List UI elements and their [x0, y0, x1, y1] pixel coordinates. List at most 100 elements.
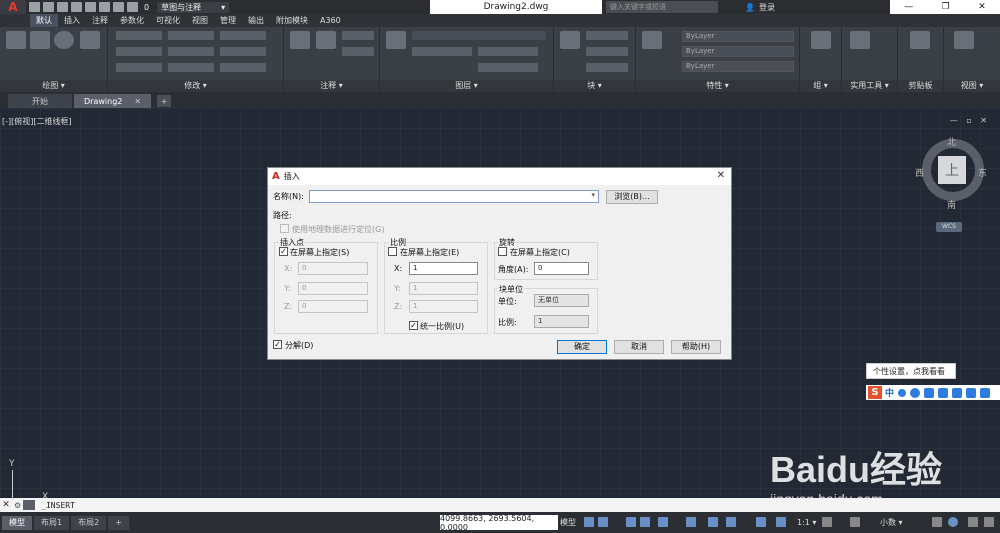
insert-x-input[interactable]: 0	[298, 262, 368, 275]
skin-icon[interactable]	[966, 387, 977, 398]
viewport-controls[interactable]: — ▫ ✕	[950, 116, 990, 125]
rotate-tool[interactable]	[168, 31, 214, 40]
group-icon[interactable]	[811, 31, 831, 49]
tab-model[interactable]: 模型	[2, 515, 32, 530]
compass-west[interactable]: 西	[915, 166, 924, 179]
snap-icon[interactable]	[598, 517, 608, 527]
scale-y-input[interactable]: 1	[409, 282, 478, 295]
dimension-icon[interactable]	[316, 31, 336, 49]
plus-icon[interactable]	[850, 517, 860, 527]
panel-label-groups[interactable]: 组 ▾	[800, 80, 841, 92]
color-select[interactable]: ByLayer	[682, 31, 794, 42]
trim-tool[interactable]	[220, 31, 266, 40]
microphone-icon[interactable]	[924, 387, 935, 398]
edit-block-tool[interactable]	[586, 47, 628, 56]
help-button[interactable]: 帮助(H)	[671, 340, 721, 354]
compass-south[interactable]: 南	[947, 198, 956, 211]
leader-tool[interactable]	[342, 31, 374, 40]
tab-default[interactable]: 默认	[30, 14, 58, 27]
keyboard-icon[interactable]	[938, 387, 949, 398]
panel-label-block[interactable]: 块 ▾	[554, 80, 635, 92]
minimize-icon[interactable]: —	[904, 2, 913, 12]
scale-select[interactable]: 1:1 ▾	[797, 515, 816, 530]
explode-checkbox[interactable]: ✓	[273, 340, 282, 349]
isodraft-icon[interactable]	[686, 517, 696, 527]
paste-icon[interactable]	[910, 31, 930, 49]
ime-tooltip[interactable]: 个性设置，点我看看	[866, 363, 956, 379]
scale-tool[interactable]	[168, 63, 214, 72]
redo-icon[interactable]	[113, 2, 124, 12]
table-tool[interactable]	[342, 47, 374, 56]
lineweight-icon[interactable]	[726, 517, 736, 527]
layer-tools[interactable]	[412, 47, 472, 56]
viewcube[interactable]: 上 北 南 东 西 WCS	[914, 134, 990, 234]
insert-y-input[interactable]: 0	[298, 282, 368, 295]
annotation-visibility-icon[interactable]	[776, 517, 786, 527]
panel-label-modify[interactable]: 修改 ▾	[108, 80, 283, 92]
login-button[interactable]: 👤 登录	[745, 0, 775, 14]
tab-view[interactable]: 视图	[186, 14, 214, 27]
name-select[interactable]: ▾	[309, 190, 599, 203]
command-prompt-icon[interactable]	[23, 500, 36, 510]
hardware-acceleration-icon[interactable]	[948, 517, 958, 527]
compass-east[interactable]: 东	[978, 166, 987, 179]
match-properties-icon[interactable]	[642, 31, 662, 49]
units-select[interactable]: 小数 ▾	[880, 515, 903, 530]
circle-icon[interactable]	[54, 31, 74, 49]
line-icon[interactable]	[6, 31, 26, 49]
tab-layout2[interactable]: 布局2	[71, 515, 107, 530]
wcs-menu[interactable]: WCS	[936, 222, 962, 232]
viewcube-top-face[interactable]: 上	[938, 156, 966, 184]
panel-label-draw[interactable]: 绘图 ▾	[0, 80, 107, 92]
new-tab-button[interactable]: +	[157, 95, 172, 107]
punctuation-icon[interactable]	[898, 388, 907, 397]
arc-icon[interactable]	[80, 31, 100, 49]
object-snap-icon[interactable]	[708, 517, 718, 527]
model-space-button[interactable]: 模型	[560, 515, 576, 530]
panel-label-annotation[interactable]: 注释 ▾	[284, 80, 379, 92]
panel-label-view[interactable]: 视图 ▾	[944, 80, 1000, 92]
save-icon[interactable]	[57, 2, 68, 12]
copy-tool[interactable]	[116, 47, 162, 56]
geo-checkbox[interactable]	[280, 224, 289, 233]
toolbox-icon[interactable]	[952, 387, 963, 398]
compass-north[interactable]: 北	[947, 135, 956, 148]
workspace-gear-icon[interactable]	[822, 517, 832, 527]
emoji-icon[interactable]	[910, 387, 921, 398]
sogou-logo-icon[interactable]: S	[868, 386, 882, 399]
layer-dropdown[interactable]	[412, 31, 546, 40]
new-file-icon[interactable]	[29, 2, 40, 12]
tab-output[interactable]: 输出	[242, 14, 270, 27]
insert-block-icon[interactable]	[560, 31, 580, 49]
viewport-label[interactable]: [-][俯视][二维线框]	[2, 116, 72, 127]
close-icon[interactable]: ✕	[978, 2, 986, 12]
tab-annotate[interactable]: 注释	[86, 14, 114, 27]
layer-properties-icon[interactable]	[386, 31, 406, 49]
polyline-icon[interactable]	[30, 31, 50, 49]
isolate-layer-tool[interactable]	[478, 63, 538, 72]
angle-input[interactable]: 0	[534, 262, 589, 275]
ime-mode[interactable]: 中	[885, 386, 894, 399]
lineweight-select[interactable]: ByLayer	[682, 61, 794, 72]
tab-visualize[interactable]: 可视化	[150, 14, 186, 27]
tab-addins[interactable]: 附加模块	[270, 14, 314, 27]
tab-a360[interactable]: A360	[314, 14, 347, 27]
search-input[interactable]: 键入关键字或短语	[606, 1, 718, 13]
tab-drawing2[interactable]: Drawing2 ✕	[74, 94, 152, 108]
print-icon[interactable]	[85, 2, 96, 12]
create-block-tool[interactable]	[586, 31, 628, 40]
tab-manage[interactable]: 管理	[214, 14, 242, 27]
panel-label-layers[interactable]: 图层 ▾	[380, 80, 553, 92]
wrench-icon[interactable]: ⚙	[14, 501, 21, 510]
text-icon[interactable]	[290, 31, 310, 49]
scale-z-input[interactable]: 1	[409, 300, 478, 313]
insert-point-specify-checkbox[interactable]: ✓	[279, 247, 288, 256]
close-icon[interactable]: ✕	[0, 500, 12, 510]
command-text[interactable]: _INSERT	[41, 501, 75, 510]
fillet-tool[interactable]	[220, 47, 266, 56]
clean-screen-icon[interactable]	[968, 517, 978, 527]
panel-label-properties[interactable]: 特性 ▾	[636, 80, 799, 92]
tab-insert[interactable]: 插入	[58, 14, 86, 27]
grid-icon[interactable]	[584, 517, 594, 527]
mirror-tool[interactable]	[168, 47, 214, 56]
